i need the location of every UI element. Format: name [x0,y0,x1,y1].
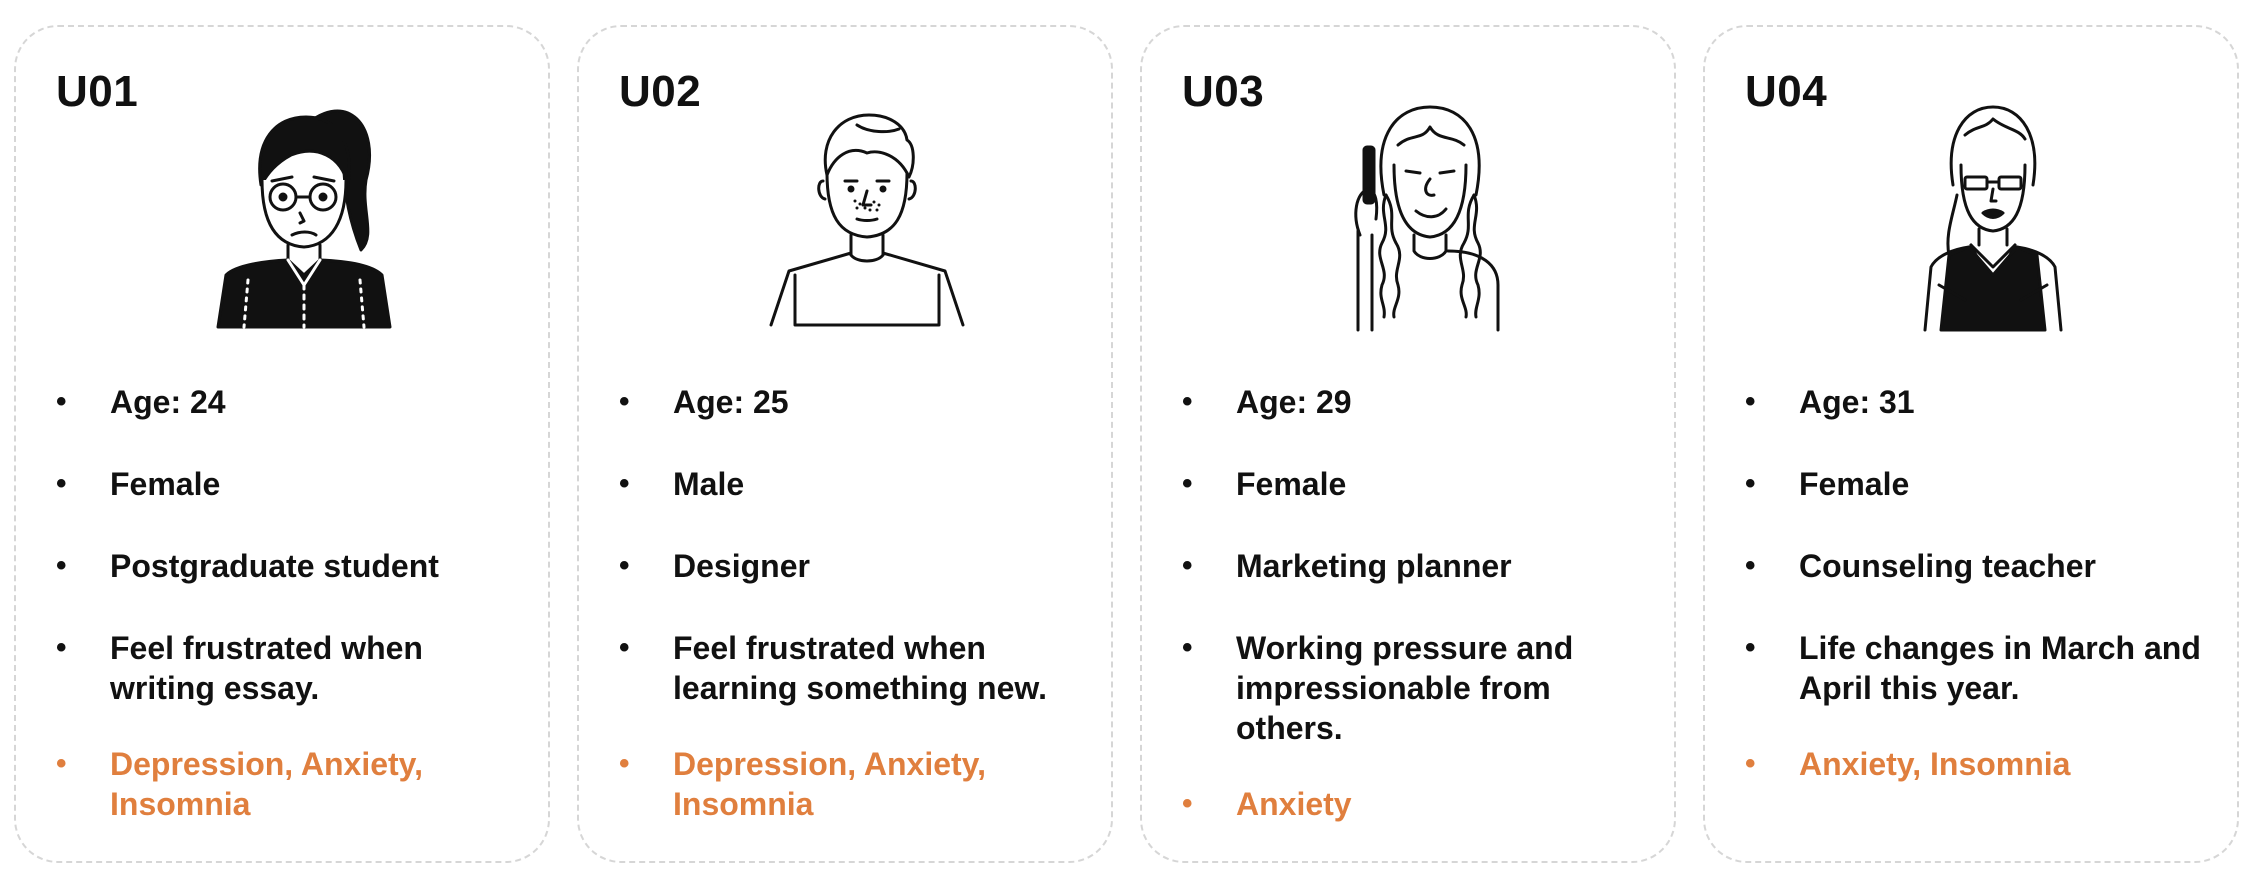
persona-attributes: • Age: 24 • Female • Postgraduate student •… [56,382,528,824]
persona-attributes: • Age: 25 • Male • Designer • Feel frustrate… [619,382,1091,824]
gender-text: Female [110,466,221,502]
feeling-item: • Feel frustrated when writing essay. [56,630,423,706]
persona-attributes: • Age: 31 • Female • Counseling teacher • Li… [1745,382,2217,784]
occupation-text: Counseling teacher [1799,548,2096,584]
feeling-item: • Working pressure and impressionable fro… [1182,630,1574,746]
gender-text: Male [673,466,745,502]
occupation-item: • Counseling teacher [1745,548,2096,584]
gender-item: • Female [1182,466,1347,502]
feeling-item: • Life changes in March and April this ye… [1745,630,2201,706]
woman-glasses-ponytail-icon [176,85,416,335]
young-man-icon [739,85,979,335]
persona-id: U03 [1182,67,1265,116]
age-text: Age: 24 [110,384,226,420]
age-text: Age: 31 [1799,384,1915,420]
age-item: • Age: 31 [1745,384,1915,420]
feeling-text: Feel frustrated when writing essay. [110,630,423,706]
gender-item: • Male [619,466,745,502]
gender-item: • Female [56,466,221,502]
feeling-item: • Feel frustrated when learning something… [619,630,1047,706]
conditions-item: • Anxiety [1182,786,1352,822]
occupation-text: Marketing planner [1236,548,1512,584]
feeling-text: Feel frustrated when learning something … [673,630,1047,706]
conditions-text: Anxiety [1236,786,1352,822]
feeling-text: Life changes in March and April this yea… [1799,630,2201,706]
persona-id: U02 [619,67,702,116]
gender-item: • Female [1745,466,1910,502]
age-item: • Age: 29 [1182,384,1352,420]
conditions-text: Anxiety, Insomnia [1799,746,2071,782]
persona-attributes: • Age: 29 • Female • Marketing planner • Wor… [1182,382,1654,824]
woman-braids-phone-icon [1302,85,1542,335]
conditions-item: • Depression, Anxiety, Insomnia [619,746,986,822]
conditions-text: Depression, Anxiety, Insomnia [673,746,986,822]
gender-text: Female [1236,466,1347,502]
occupation-item: • Marketing planner [1182,548,1512,584]
persona-id: U01 [56,67,139,116]
feeling-text: Working pressure and impressionable from… [1236,630,1574,746]
occupation-item: • Postgraduate student [56,548,439,584]
persona-card-u01: U01 • Age: 24 • Female • Postgraduate st… [14,25,550,863]
conditions-item: • Depression, Anxiety, Insomnia [56,746,423,822]
persona-card-u04: U04 • Age: 31 • Female • Counseling teac… [1703,25,2239,863]
persona-card-u03: U03 • Age: 29 • Female • Marketing plann… [1140,25,1676,863]
age-item: • Age: 24 [56,384,226,420]
gender-text: Female [1799,466,1910,502]
age-item: • Age: 25 [619,384,789,420]
occupation-text: Designer [673,548,810,584]
persona-id: U04 [1745,67,1828,116]
age-text: Age: 25 [673,384,789,420]
conditions-item: • Anxiety, Insomnia [1745,746,2071,782]
user-persona-cards: U01 • Age: 24 • Female • Postgraduate st… [0,0,2256,880]
conditions-text: Depression, Anxiety, Insomnia [110,746,423,822]
occupation-item: • Designer [619,548,810,584]
persona-card-u02: U02 • Age: 25 • Male • Designer • Feel f… [577,25,1113,863]
woman-glasses-vest-icon [1865,85,2105,335]
age-text: Age: 29 [1236,384,1352,420]
occupation-text: Postgraduate student [110,548,439,584]
